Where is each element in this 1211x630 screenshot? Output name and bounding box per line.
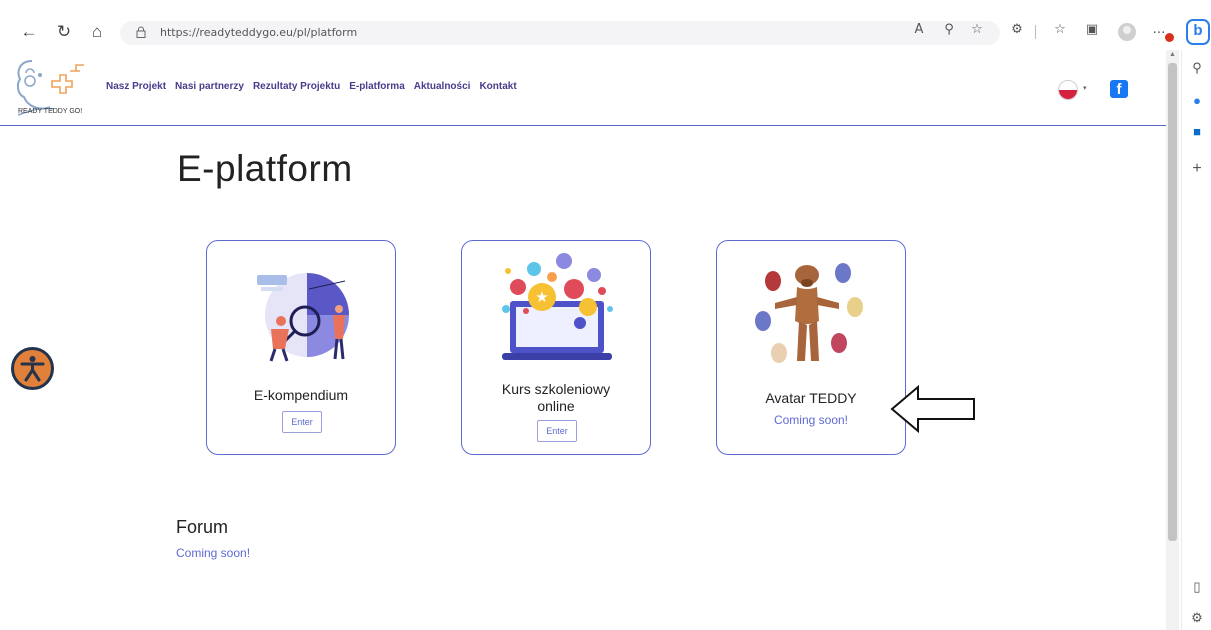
collections-icon[interactable]: ▣: [1083, 22, 1101, 37]
office-icon[interactable]: ●: [1189, 93, 1205, 108]
accessibility-button[interactable]: [11, 347, 54, 390]
favorite-icon[interactable]: ☆: [968, 22, 986, 37]
notification-badge: [1165, 33, 1174, 42]
card-title: Avatar TEDDY: [765, 390, 857, 406]
bing-icon[interactable]: b: [1186, 19, 1210, 45]
pl-flag-icon[interactable]: [1058, 80, 1078, 100]
svg-text:★: ★: [535, 288, 548, 306]
nav-kontakt[interactable]: Kontakt: [479, 81, 516, 92]
forum-title: Forum: [176, 517, 229, 537]
panel-icon[interactable]: ▯: [1189, 579, 1205, 595]
settings-icon[interactable]: ⚙: [1189, 610, 1205, 626]
nav-nasi-partnerzy[interactable]: Nasi partnerzy: [175, 81, 244, 92]
compendium-illustration: [257, 273, 349, 362]
arrow-left-icon: [890, 384, 975, 434]
add-icon[interactable]: +: [1189, 160, 1205, 178]
facebook-icon[interactable]: f: [1110, 80, 1128, 98]
card-title: Kurs szkoleniowy online: [501, 381, 611, 414]
nav-rezultaty-projektu[interactable]: Rezultaty Projektu: [253, 81, 340, 92]
teddy-avatar-illustration: [755, 263, 863, 363]
refresh-icon[interactable]: ↻: [54, 22, 74, 42]
logo-text: READY TEDDY GO!: [18, 108, 83, 115]
favorites-icon[interactable]: ☆: [1051, 22, 1069, 37]
search-icon[interactable]: ⚲: [1189, 60, 1205, 76]
profile-icon[interactable]: [1118, 23, 1136, 41]
url-text[interactable]: https://readyteddygo.eu/pl/platform: [160, 26, 357, 39]
nav-e-platforma[interactable]: E-platforma: [349, 81, 405, 92]
zoom-icon[interactable]: ⚲: [940, 22, 958, 37]
outlook-icon[interactable]: ■: [1189, 124, 1205, 139]
main-nav: Nasz Projekt Nasi partnerzy Rezultaty Pr…: [106, 81, 517, 92]
lock-icon: [136, 26, 146, 38]
enter-button[interactable]: Enter: [282, 411, 322, 433]
enter-button[interactable]: Enter: [537, 420, 577, 442]
card-title: E-kompendium: [253, 387, 349, 403]
home-icon[interactable]: ⌂: [87, 22, 107, 42]
toolbar-divider: [1035, 25, 1036, 39]
browser-toolbar: ← ↻ ⌂ https://readyteddygo.eu/pl/platfor…: [0, 0, 1211, 50]
online-course-illustration: ★: [502, 253, 613, 360]
scroll-up-arrow[interactable]: ▲: [1168, 51, 1177, 59]
site-header: READY TEDDY GO! Nasz Projekt Nasi partne…: [0, 52, 1166, 126]
read-aloud-icon[interactable]: A: [910, 22, 928, 37]
card-kurs-szkoleniowy[interactable]: ★ Kurs szkoleniowy online Enter: [461, 240, 651, 455]
accessibility-icon: [20, 356, 45, 382]
card-avatar-teddy[interactable]: Avatar TEDDY Coming soon!: [716, 240, 906, 455]
forum-status: Coming soon!: [176, 546, 251, 560]
nav-aktualnosci[interactable]: Aktualności: [414, 81, 471, 92]
nav-nasz-projekt[interactable]: Nasz Projekt: [106, 81, 166, 92]
scrollbar-thumb[interactable]: [1168, 63, 1177, 541]
back-icon[interactable]: ←: [19, 22, 39, 42]
coming-soon-label: Coming soon!: [773, 413, 849, 427]
address-bar[interactable]: https://readyteddygo.eu/pl/platform: [120, 21, 1000, 45]
extensions-icon[interactable]: ⚙: [1008, 22, 1026, 37]
page-title: E-platform: [177, 148, 353, 189]
card-e-kompendium[interactable]: E-kompendium Enter: [206, 240, 396, 455]
chevron-down-icon[interactable]: ▾: [1083, 84, 1087, 92]
